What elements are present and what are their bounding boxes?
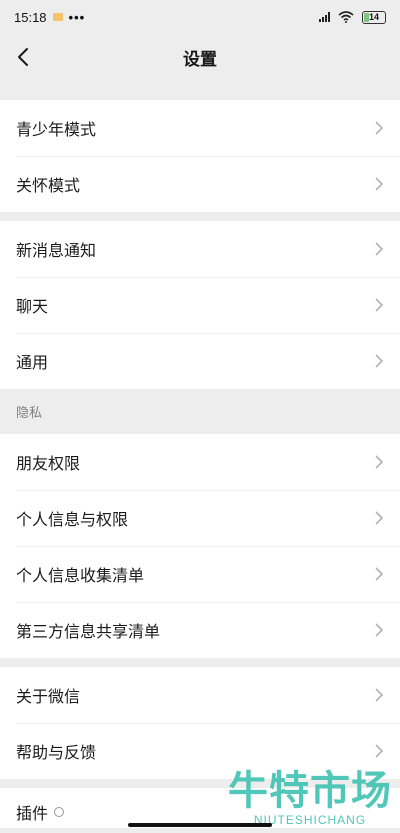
settings-item-chat[interactable]: 聊天 [0,277,400,333]
settings-item-label: 朋友权限 [16,456,81,473]
settings-item-label: 新消息通知 [16,243,97,260]
signal-icon [319,12,330,22]
chevron-right-icon [375,354,384,368]
settings-item-new-message-notification[interactable]: 新消息通知 [0,221,400,277]
settings-item-third-party-sharing-list[interactable]: 第三方信息共享清单 [0,602,400,658]
settings-item-personal-info-collection-list[interactable]: 个人信息收集清单 [0,546,400,602]
top-spacer [0,80,400,100]
settings-group-general: 新消息通知 聊天 通用 [0,221,400,389]
status-time: 15:18 [14,9,47,25]
settings-item-help-feedback[interactable]: 帮助与反馈 [0,723,400,779]
settings-item-teen-mode[interactable]: 青少年模式 [0,100,400,156]
settings-item-label: 帮助与反馈 [16,745,97,762]
separator [0,779,400,788]
nav-bar: 设置 [0,34,400,80]
status-right: 14 [319,10,386,24]
section-label-privacy: 隐私 [0,389,400,434]
settings-item-label: 插件 [16,800,65,824]
settings-item-label: 通用 [16,355,49,372]
settings-group-about: 关于微信 帮助与反馈 [0,667,400,779]
page-title: 设置 [183,49,217,69]
status-bar: 15:18 ••• 14 [0,0,400,34]
home-indicator[interactable] [128,823,272,827]
settings-item-label: 青少年模式 [16,122,97,139]
settings-item-label: 聊天 [16,299,49,316]
settings-item-label: 第三方信息共享清单 [16,624,161,641]
notification-icon [52,13,63,21]
chevron-right-icon [375,744,384,758]
battery-icon: 14 [362,10,386,24]
settings-item-general[interactable]: 通用 [0,333,400,389]
chevron-right-icon [375,511,384,525]
status-left: 15:18 ••• [14,10,85,25]
settings-group-privacy: 朋友权限 个人信息与权限 个人信息收集清单 第三方信息共享清单 [0,434,400,658]
chevron-left-icon [18,48,28,66]
chevron-right-icon [375,623,384,637]
wifi-icon [338,11,354,23]
separator [0,658,400,667]
settings-group-modes: 青少年模式 关怀模式 [0,100,400,212]
plugins-label: 插件 [16,806,49,823]
chevron-right-icon [375,177,384,191]
settings-item-about-wechat[interactable]: 关于微信 [0,667,400,723]
chevron-right-icon [375,567,384,581]
battery-level: 14 [368,12,379,22]
chevron-right-icon [375,455,384,469]
more-notifications-icon: ••• [68,9,86,25]
settings-item-label: 关怀模式 [16,178,81,195]
separator [0,212,400,221]
settings-item-label: 个人信息与权限 [16,512,129,529]
plugin-badge-icon [54,807,65,817]
settings-item-friend-permissions[interactable]: 朋友权限 [0,434,400,490]
chevron-right-icon [375,242,384,256]
settings-item-care-mode[interactable]: 关怀模式 [0,156,400,212]
back-button[interactable] [10,44,36,70]
settings-item-label: 个人信息收集清单 [16,568,145,585]
chevron-right-icon [375,298,384,312]
settings-item-personal-info-permissions[interactable]: 个人信息与权限 [0,490,400,546]
chevron-right-icon [375,688,384,702]
settings-item-plugins[interactable]: 插件 [0,788,400,828]
settings-item-label: 关于微信 [16,689,81,706]
chevron-right-icon [375,121,384,135]
